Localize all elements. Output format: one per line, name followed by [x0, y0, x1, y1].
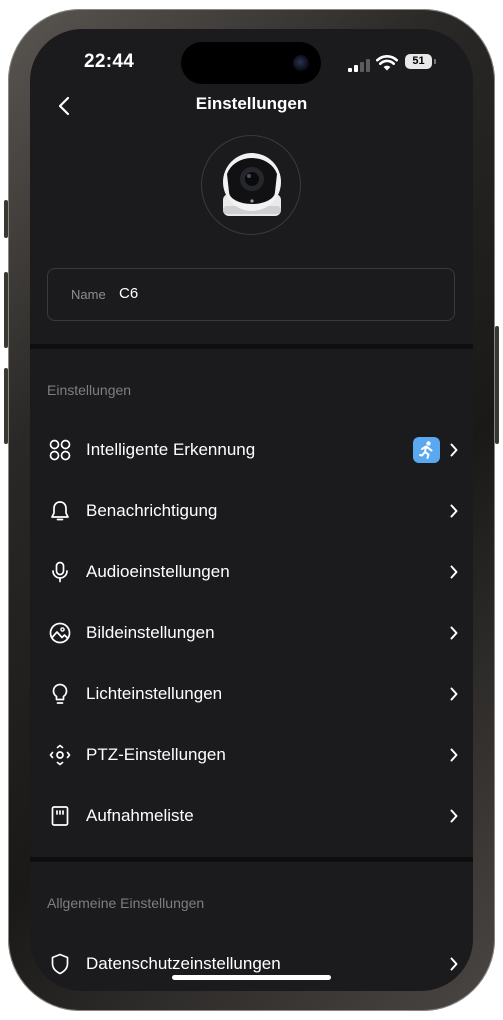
section-header-settings: Einstellungen [47, 382, 132, 398]
menu-item-privacy-settings[interactable]: Datenschutzeinstellungen [30, 934, 473, 991]
menu-item-label: Aufnahmeliste [86, 806, 194, 825]
menu-item-audio-settings[interactable]: Audioeinstellungen [30, 542, 473, 603]
lightbulb-icon [52, 683, 68, 704]
menu-item-label: Audioeinstellungen [86, 562, 230, 581]
section-header-general: Allgemeine Einstellungen [47, 895, 205, 911]
menu-item-label: Bildeinstellungen [86, 623, 215, 642]
volume-down-button [4, 368, 8, 444]
camera-icon [223, 153, 281, 216]
person-running-icon [419, 441, 433, 459]
device-avatar [201, 135, 301, 235]
grid-circles-icon [49, 439, 71, 461]
menu-item-label: Benachrichtigung [86, 501, 218, 520]
bell-icon [51, 501, 69, 521]
detection-badge [413, 437, 440, 463]
sd-card-icon [51, 806, 69, 826]
device-name-field[interactable]: Name C6 [47, 268, 455, 321]
menu-item-label: Lichteinstellungen [86, 684, 223, 703]
chevron-right-icon [450, 748, 458, 762]
section-divider [30, 344, 473, 349]
menu-item-light-settings[interactable]: Lichteinstellungen [30, 664, 473, 725]
menu-item-label: Intelligente Erkennung [86, 440, 256, 459]
menu-item-intelligent-detection[interactable]: Intelligente Erkennung [30, 420, 473, 481]
menu-item-image-settings[interactable]: Bildeinstellungen [30, 603, 473, 664]
menu-item-recording-list[interactable]: Aufnahmeliste [30, 786, 473, 847]
chevron-right-icon [450, 687, 458, 701]
name-value: C6 [119, 285, 139, 302]
ptz-icon [49, 744, 71, 766]
battery-icon: 51 [405, 54, 432, 69]
name-label: Name [71, 287, 106, 302]
front-camera-icon [293, 55, 309, 71]
signal-icon [348, 59, 370, 72]
nav-bar: Einstellungen [30, 89, 473, 125]
volume-up-button [4, 272, 8, 348]
menu-item-notifications[interactable]: Benachrichtigung [30, 481, 473, 542]
battery-tip [434, 59, 436, 64]
section-divider [30, 857, 473, 862]
chevron-right-icon [450, 626, 458, 640]
menu-item-label: PTZ-Einstellungen [86, 745, 226, 764]
home-indicator[interactable] [172, 975, 331, 980]
app-screen: 22:44 51 Einstellungen Name C6 Einstellu… [30, 29, 473, 991]
image-icon [49, 622, 71, 644]
chevron-right-icon [450, 443, 458, 457]
wifi-icon [376, 55, 398, 71]
chevron-right-icon [450, 565, 458, 579]
status-bar: 22:44 51 [30, 29, 473, 89]
dynamic-island [181, 42, 321, 84]
action-button [4, 200, 8, 238]
menu-item-label: Datenschutzeinstellungen [86, 954, 281, 973]
chevron-right-icon [450, 504, 458, 518]
shield-icon [51, 953, 69, 975]
chevron-right-icon [450, 809, 458, 823]
power-button [495, 326, 499, 444]
microphone-icon [52, 561, 68, 583]
status-time: 22:44 [84, 51, 135, 72]
menu-item-ptz-settings[interactable]: PTZ-Einstellungen [30, 725, 473, 786]
page-title: Einstellungen [195, 94, 308, 113]
chevron-right-icon [450, 957, 458, 971]
